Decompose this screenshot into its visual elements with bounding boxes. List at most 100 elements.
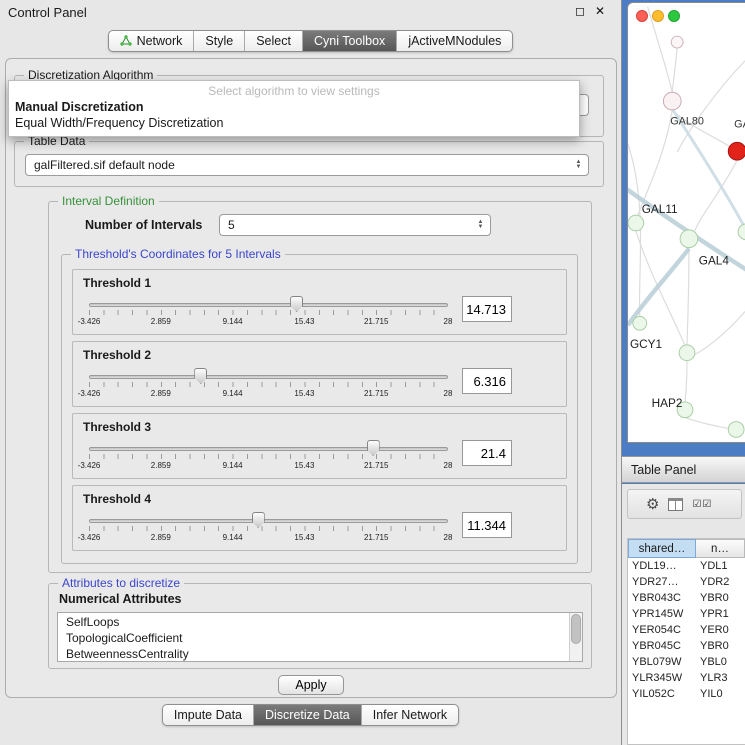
selected-red-node[interactable] xyxy=(728,142,745,160)
column-header-name[interactable]: n… xyxy=(696,539,745,558)
attribute-list-item[interactable]: BetweennessCentrality xyxy=(58,646,568,661)
network-edge[interactable] xyxy=(685,361,687,402)
network-canvas[interactable]: GAL80 GA GAL11 GAL4 GCY1 HAP2 xyxy=(628,3,745,442)
table-cell[interactable]: YDR27… xyxy=(628,574,696,590)
table-cell[interactable]: YIL052C xyxy=(628,686,696,702)
table-cell[interactable]: YER054C xyxy=(628,622,696,638)
table-cell[interactable]: YLR3 xyxy=(696,670,745,686)
tab-network[interactable]: Network xyxy=(109,31,195,51)
threshold-value-field[interactable] xyxy=(462,368,512,394)
table-cell[interactable]: YBR045C xyxy=(628,638,696,654)
table-cell[interactable]: YPR1 xyxy=(696,606,745,622)
threshold-panel: Threshold 3 -3.4262.8599.14415.4321.7152… xyxy=(72,413,567,479)
node-label-gal80: GAL80 xyxy=(670,116,704,128)
table-cell[interactable]: YLR345W xyxy=(628,670,696,686)
attribute-list-item[interactable]: SelfLoops xyxy=(58,614,568,630)
numerical-attributes-listbox: SelfLoopsTopologicalCoefficientBetweenne… xyxy=(57,612,583,662)
node-gcy1[interactable] xyxy=(633,316,647,330)
tab-select[interactable]: Select xyxy=(245,31,303,51)
node-gal11[interactable] xyxy=(628,215,644,231)
slider-track[interactable] xyxy=(89,447,448,451)
column-header-shared-name[interactable]: shared… xyxy=(628,539,696,558)
interval-group-label: Interval Definition xyxy=(58,194,159,208)
network-node[interactable] xyxy=(728,422,744,438)
apply-button[interactable]: Apply xyxy=(278,675,343,695)
network-node[interactable] xyxy=(671,36,683,48)
node-label-gcy1: GCY1 xyxy=(630,338,662,351)
table-row[interactable]: YIL052CYIL0 xyxy=(628,686,745,702)
node-label-gal11: GAL11 xyxy=(642,203,678,216)
columns-icon[interactable] xyxy=(668,498,683,511)
network-edge-thick[interactable] xyxy=(628,249,689,326)
node-gal4[interactable] xyxy=(680,230,698,248)
table-row[interactable]: YPR145WYPR1 xyxy=(628,606,745,622)
table-data-value: galFiltered.sif default node xyxy=(34,158,175,172)
table-row[interactable]: YDR27…YDR2 xyxy=(628,574,745,590)
num-intervals-combobox[interactable]: 5 ▲▼ xyxy=(219,214,491,236)
table-cell[interactable]: YBR0 xyxy=(696,590,745,606)
table-cell[interactable]: YBR0 xyxy=(696,638,745,654)
table-cell[interactable]: YDL19… xyxy=(628,558,696,574)
table-cell[interactable]: YDL1 xyxy=(696,558,745,574)
attribute-list-item[interactable]: TopologicalCoefficient xyxy=(58,630,568,646)
slider-track[interactable] xyxy=(89,519,448,523)
network-edge[interactable] xyxy=(694,311,745,354)
tab-discretize-data[interactable]: Discretize Data xyxy=(254,705,362,725)
table-row[interactable]: YBR045CYBR0 xyxy=(628,638,745,654)
popup-option-equal-width-frequency[interactable]: Equal Width/Frequency Discretization xyxy=(9,115,579,131)
tab-style[interactable]: Style xyxy=(194,31,245,51)
popup-option-manual-discretization[interactable]: Manual Discretization xyxy=(9,99,579,115)
threshold-value-field[interactable] xyxy=(462,512,512,538)
close-window-button[interactable] xyxy=(636,10,648,22)
threshold-slider[interactable]: -3.4262.8599.14415.4321.71528 xyxy=(89,440,448,478)
network-node[interactable] xyxy=(679,345,695,361)
tab-cyni-toolbox[interactable]: Cyni Toolbox xyxy=(303,31,397,51)
threshold-slider[interactable]: -3.4262.8599.14415.4321.71528 xyxy=(89,512,448,550)
table-cell[interactable]: YBL0 xyxy=(696,654,745,670)
scale-tick-label: 21.715 xyxy=(364,533,388,542)
network-edge[interactable] xyxy=(685,418,734,430)
network-edge[interactable] xyxy=(672,48,677,92)
table-cell[interactable]: YBR043C xyxy=(628,590,696,606)
table-cell[interactable]: YBL079W xyxy=(628,654,696,670)
tab-jactivemnodules[interactable]: jActiveMNodules xyxy=(397,31,512,51)
window-traffic-lights xyxy=(636,10,680,22)
threshold-label: Threshold 1 xyxy=(83,276,151,290)
node-gal80[interactable] xyxy=(663,92,681,110)
slider-track[interactable] xyxy=(89,303,448,307)
network-edge[interactable] xyxy=(687,248,689,345)
table-cell[interactable]: YPR145W xyxy=(628,606,696,622)
table-cell[interactable]: YIL0 xyxy=(696,686,745,702)
float-panel-icon[interactable]: ◻ xyxy=(575,4,585,18)
close-panel-icon[interactable]: ✕ xyxy=(595,4,605,18)
tab-infer-network[interactable]: Infer Network xyxy=(362,705,458,725)
table-row[interactable]: YBL079WYBL0 xyxy=(628,654,745,670)
scale-tick-label: 2.859 xyxy=(151,389,171,398)
node-label-hap2: HAP2 xyxy=(652,397,683,410)
table-row[interactable]: YER054CYER0 xyxy=(628,622,745,638)
list-scrollbar[interactable] xyxy=(569,613,582,661)
table-cell[interactable]: YER0 xyxy=(696,622,745,638)
network-edge[interactable] xyxy=(677,61,745,152)
slider-track[interactable] xyxy=(89,375,448,379)
tab-impute-data[interactable]: Impute Data xyxy=(163,705,254,725)
threshold-value-field[interactable] xyxy=(462,296,512,322)
network-edge[interactable] xyxy=(695,160,737,231)
scale-tick-label: -3.426 xyxy=(78,317,101,326)
table-row[interactable]: YDL19…YDL1 xyxy=(628,558,745,574)
minimize-window-button[interactable] xyxy=(652,10,664,22)
table-row[interactable]: YLR345WYLR3 xyxy=(628,670,745,686)
zoom-window-button[interactable] xyxy=(668,10,680,22)
network-node[interactable] xyxy=(738,224,745,240)
threshold-slider[interactable]: -3.4262.8599.14415.4321.71528 xyxy=(89,368,448,406)
numerical-attributes-heading: Numerical Attributes xyxy=(59,592,181,606)
table-data-combobox[interactable]: galFiltered.sif default node ▲▼ xyxy=(25,154,589,176)
gear-icon[interactable]: ⚙ xyxy=(646,497,659,512)
select-columns-icon[interactable]: ☑☑ xyxy=(692,499,712,510)
threshold-slider[interactable]: -3.4262.8599.14415.4321.71528 xyxy=(89,296,448,334)
table-row[interactable]: YBR043CYBR0 xyxy=(628,590,745,606)
table-cell[interactable]: YDR2 xyxy=(696,574,745,590)
algorithm-dropdown-popup: Select algorithm to view settings Manual… xyxy=(8,80,580,137)
list-scrollbar-thumb[interactable] xyxy=(571,614,581,644)
threshold-value-field[interactable] xyxy=(462,440,512,466)
